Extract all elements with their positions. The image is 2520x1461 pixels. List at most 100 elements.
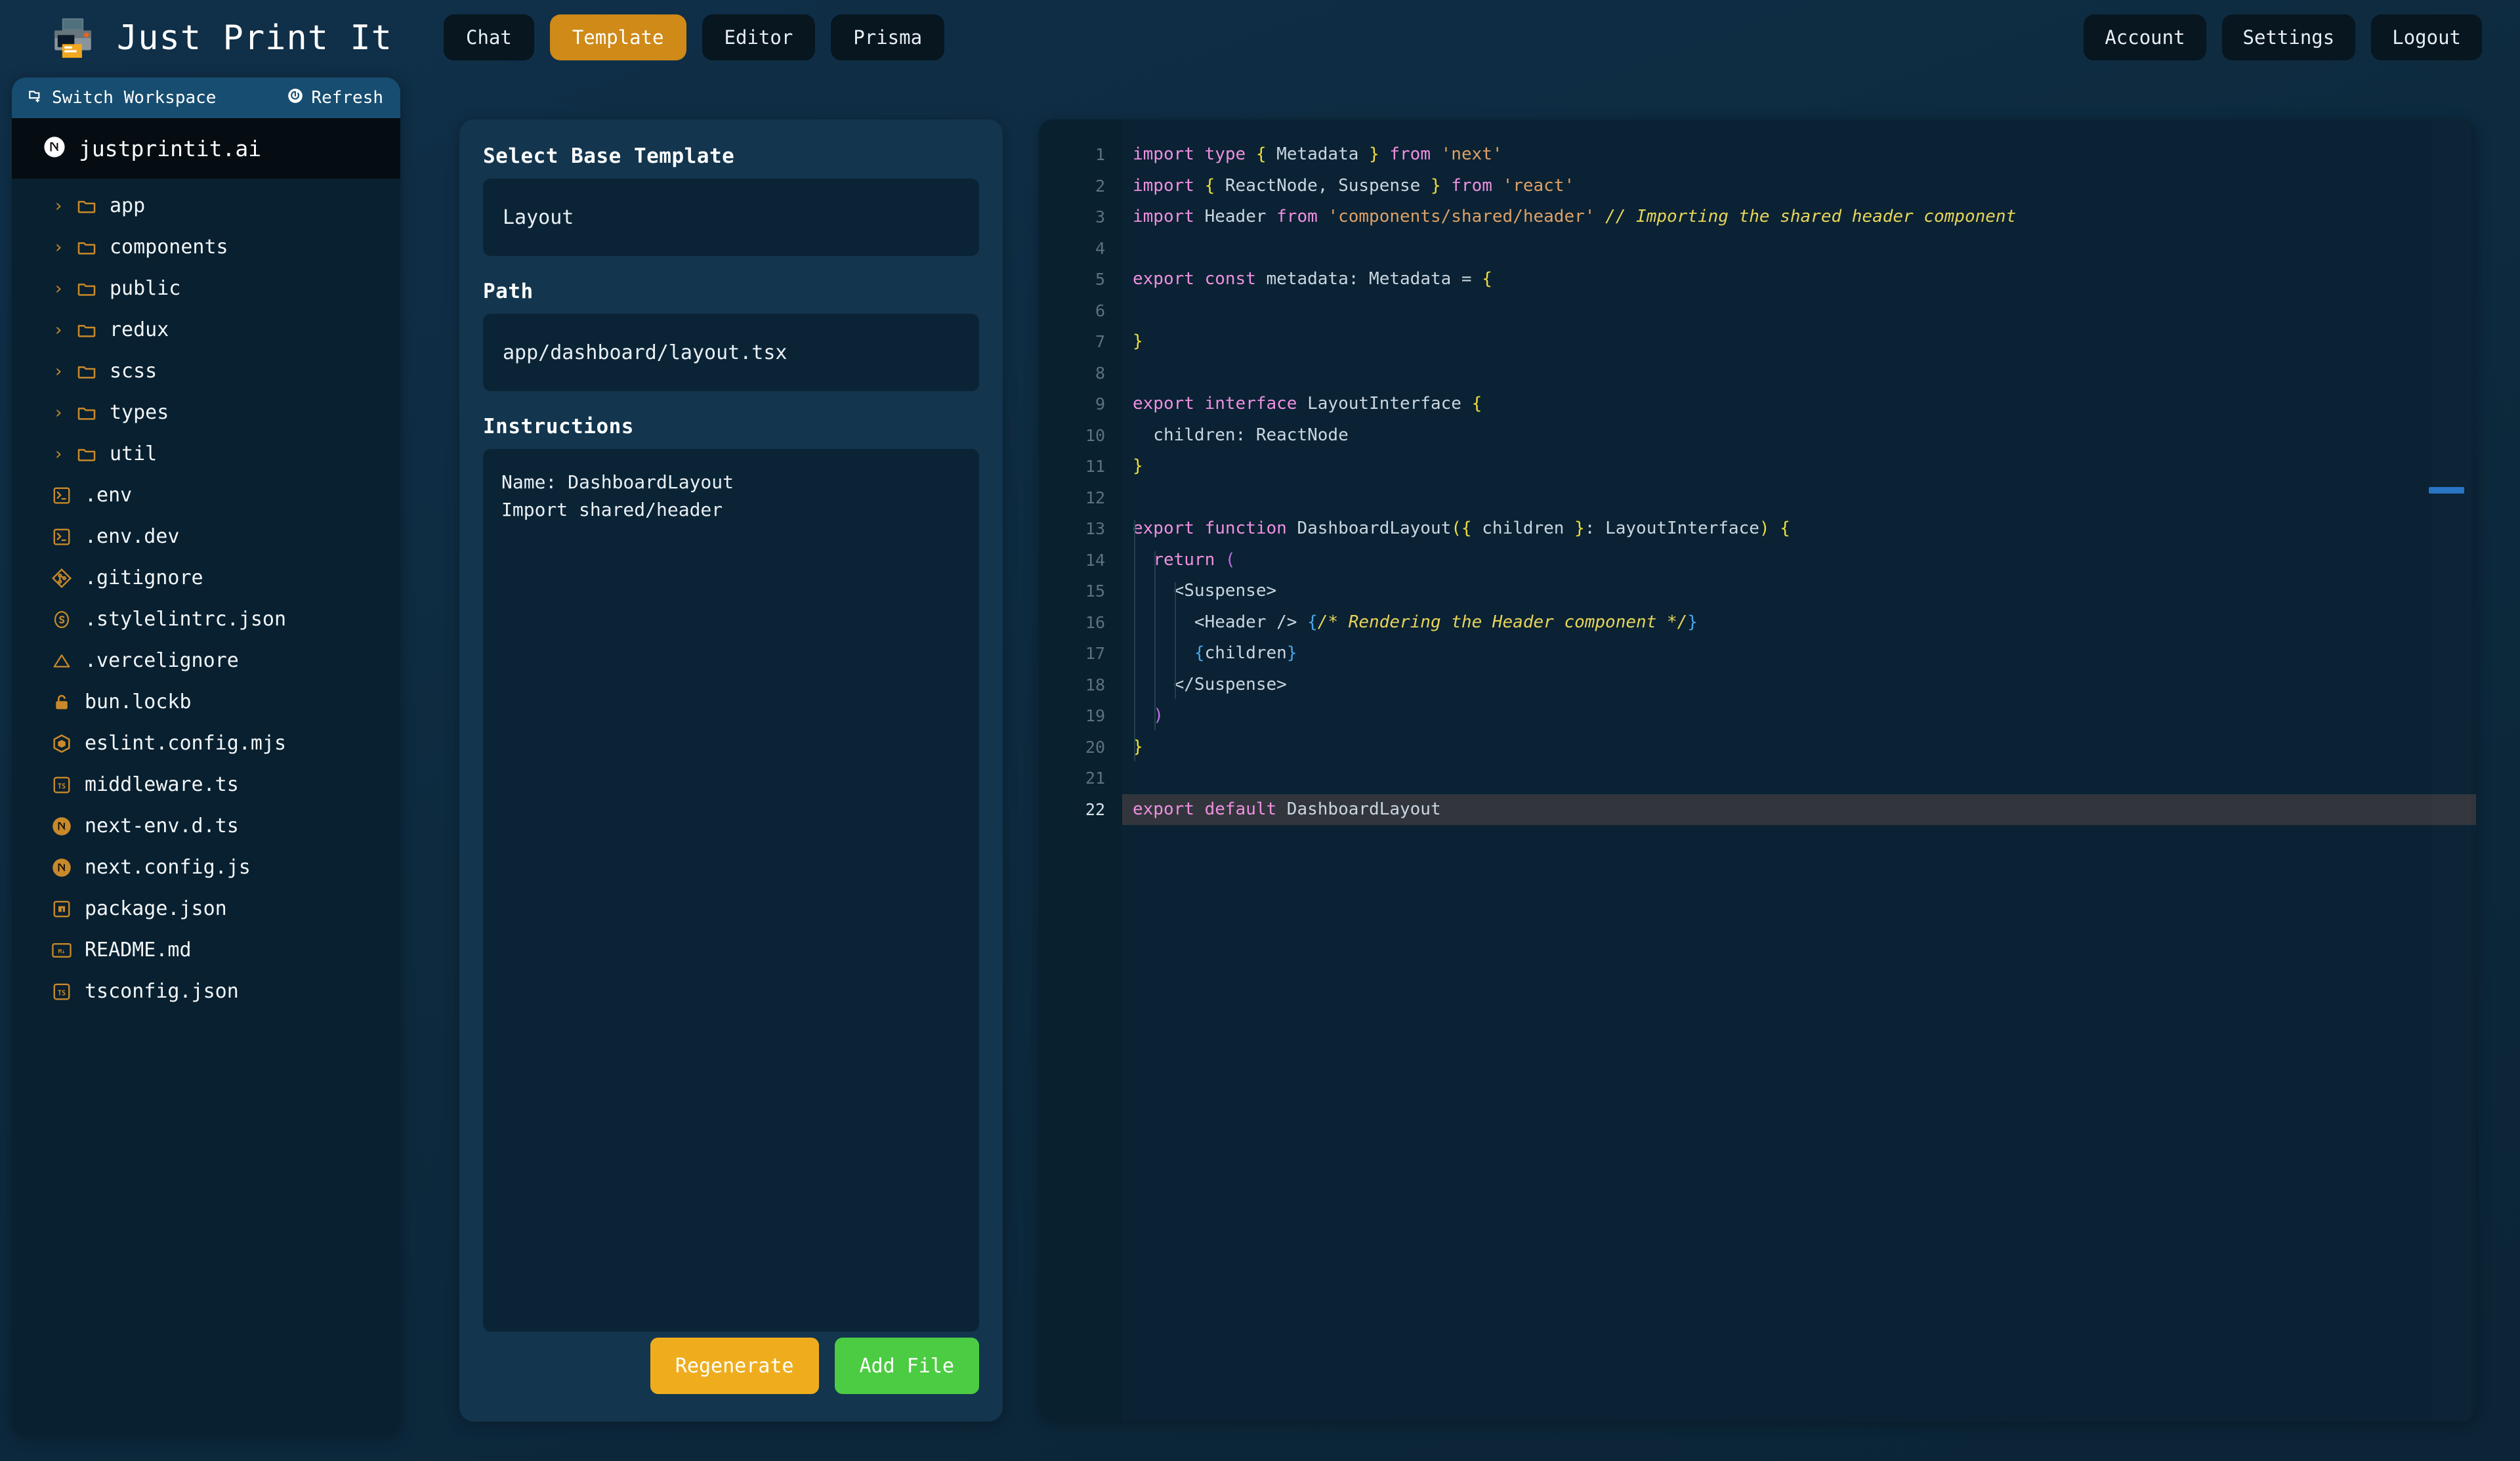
code-line: } <box>1122 451 2476 482</box>
refresh-button[interactable]: Refresh <box>287 87 383 109</box>
tab-chat[interactable]: Chat <box>444 14 534 60</box>
code-token: DashboardLayout <box>1286 519 1452 538</box>
tree-item-next-config-js[interactable]: next.config.js <box>12 847 400 888</box>
tree-item-eslint-config-mjs[interactable]: eslint.config.mjs <box>12 723 400 764</box>
chevron-right-icon[interactable]: › <box>50 362 67 381</box>
tree-item-components[interactable]: › components <box>12 226 400 268</box>
path-label: Path <box>483 280 534 303</box>
tree-item-label: package.json <box>85 897 227 920</box>
tab-template[interactable]: Template <box>549 14 686 60</box>
code-token: children <box>1204 643 1287 663</box>
tree-item-tsconfig-json[interactable]: TS tsconfig.json <box>12 971 400 1012</box>
code-line: export default DashboardLayout <box>1122 794 2476 825</box>
tree-item-bun-lockb[interactable]: bun.lockb <box>12 681 400 723</box>
tree-item-public[interactable]: › public <box>12 268 400 309</box>
code-token: </Suspense> <box>1133 674 1287 694</box>
code-token: metadata: Metadata = <box>1255 269 1482 289</box>
line-number: 5 <box>1095 270 1105 289</box>
nextjs-icon <box>50 815 74 838</box>
code-scrollbar[interactable] <box>2429 119 2471 1422</box>
tree-item-readme-md[interactable]: M↓ README.md <box>12 929 400 971</box>
code-token: export <box>1133 394 1194 413</box>
tree-item-types[interactable]: › types <box>12 392 400 433</box>
tree-item-env[interactable]: .env <box>12 475 400 516</box>
code-line: } <box>1122 326 2476 358</box>
code-token: import <box>1133 144 1194 164</box>
tree-item-label: .env.dev <box>85 525 180 548</box>
chevron-right-icon[interactable]: › <box>50 444 67 464</box>
folder-icon <box>75 318 98 342</box>
folder-icon <box>75 360 98 383</box>
tree-item-label: eslint.config.mjs <box>85 732 287 755</box>
line-number: 16 <box>1085 612 1105 632</box>
account-button[interactable]: Account <box>2084 14 2206 60</box>
tree-item-env-dev[interactable]: .env.dev <box>12 516 400 557</box>
tree-item-vercelignore[interactable]: .vercelignore <box>12 640 400 681</box>
line-number: 14 <box>1085 550 1105 570</box>
line-number: 8 <box>1095 363 1105 383</box>
code-token: } <box>1369 144 1379 164</box>
switch-workspace-button[interactable]: Switch Workspace <box>28 87 216 109</box>
tab-editor[interactable]: Editor <box>702 14 816 60</box>
base-template-label: Select Base Template <box>483 144 735 168</box>
line-number: 11 <box>1085 457 1105 476</box>
tree-item-util[interactable]: › util <box>12 433 400 475</box>
tree-item-stylelintrc-json[interactable]: .stylelintrc.json <box>12 599 400 640</box>
instructions-textarea[interactable]: Name: DashboardLayout Import shared/head… <box>483 449 979 1332</box>
chevron-right-icon[interactable]: › <box>50 196 67 216</box>
line-number: 15 <box>1085 582 1105 601</box>
settings-button[interactable]: Settings <box>2221 14 2356 60</box>
code-area[interactable]: import type { Metadata } from 'next' impo… <box>1122 119 2476 1422</box>
base-template-select[interactable]: Layout <box>483 179 979 256</box>
tree-item-package-json[interactable]: package.json <box>12 888 400 929</box>
workspace-row[interactable]: justprintit.ai <box>12 118 400 179</box>
regenerate-button[interactable]: Regenerate <box>650 1338 819 1394</box>
tree-item-scss[interactable]: › scss <box>12 350 400 392</box>
code-token: ReactNode, Suspense <box>1215 175 1431 196</box>
tree-item-gitignore[interactable]: .gitignore <box>12 557 400 599</box>
code-token: from <box>1276 207 1318 226</box>
chevron-right-icon[interactable]: › <box>50 238 67 257</box>
tree-item-redux[interactable]: › redux <box>12 309 400 350</box>
code-token: import <box>1133 175 1194 196</box>
markdown-icon: M↓ <box>50 939 74 962</box>
tab-prisma[interactable]: Prisma <box>831 14 945 60</box>
scrollbar-thumb[interactable] <box>2429 487 2464 494</box>
tree-item-app[interactable]: › app <box>12 185 400 226</box>
add-file-button[interactable]: Add File <box>834 1338 979 1394</box>
tree-item-label: .env <box>85 484 133 507</box>
code-token: } <box>1286 643 1297 663</box>
tree-item-next-env-d-ts[interactable]: next-env.d.ts <box>12 805 400 847</box>
tree-item-label: .stylelintrc.json <box>85 608 287 631</box>
code-line: } <box>1122 732 2476 763</box>
logout-button[interactable]: Logout <box>2371 14 2482 60</box>
tree-item-middleware-ts[interactable]: TS middleware.ts <box>12 764 400 805</box>
tree-item-label: util <box>110 442 158 465</box>
template-form-panel: Select Base Template Layout Path app/das… <box>459 119 1003 1422</box>
code-token: // Importing the shared header component <box>1605 207 2017 226</box>
chevron-right-icon[interactable]: › <box>50 279 67 299</box>
chevron-right-icon[interactable]: › <box>50 320 67 340</box>
tree-item-label: components <box>110 236 228 259</box>
code-token: } <box>1430 175 1441 196</box>
code-token: import <box>1133 207 1194 226</box>
line-number: 3 <box>1095 207 1105 226</box>
path-input[interactable]: app/dashboard/layout.tsx <box>483 314 979 391</box>
tree-item-label: bun.lockb <box>85 690 192 713</box>
tree-item-label: next.config.js <box>85 856 251 879</box>
chevron-right-icon[interactable]: › <box>50 403 67 423</box>
git-icon <box>50 566 74 590</box>
line-number: 2 <box>1095 176 1105 196</box>
console-icon <box>50 525 74 549</box>
main-tabs: Chat Template Editor Prisma <box>444 14 945 60</box>
code-line: import { ReactNode, Suspense } from 'rea… <box>1122 171 2476 202</box>
file-explorer-sidebar: Switch Workspace Refresh justprintit.ai … <box>12 77 400 1436</box>
